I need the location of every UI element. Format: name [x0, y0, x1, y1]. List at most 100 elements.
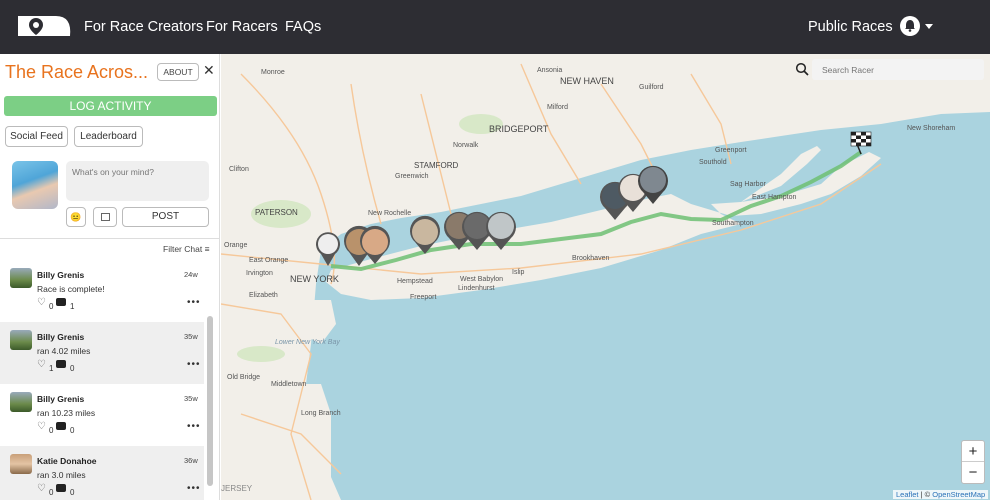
map-label: JERSEY [221, 484, 253, 493]
post-text: ran 3.0 miles [37, 470, 86, 480]
map-label: Long Branch [301, 410, 341, 417]
post-author[interactable]: Billy Grenis [37, 332, 84, 342]
map-label: Clifton [229, 166, 249, 173]
comment-icon[interactable] [56, 422, 66, 430]
map-label: Lindenhurst [458, 285, 495, 292]
filter-chat-label: Filter Chat [163, 244, 203, 254]
social-feed: Billy Grenis 24w Race is complete! ♡ 0 1… [0, 260, 204, 500]
map-label: Irvington [246, 270, 273, 277]
list-item: Katie Donahoe 36w ran 3.0 miles ♡ 0 0 ••… [0, 446, 204, 500]
list-item: Billy Grenis 35w ran 4.02 miles ♡ 1 0 ••… [0, 322, 204, 384]
map-label: Freeport [410, 294, 437, 301]
map-label: Old Bridge [227, 374, 260, 381]
post-time: 24w [184, 270, 198, 279]
like-count: 0 [49, 426, 54, 435]
post-author[interactable]: Billy Grenis [37, 270, 84, 280]
close-icon[interactable]: ✕ [203, 63, 215, 77]
image-upload-icon[interactable] [93, 207, 117, 227]
race-map[interactable]: Monroe Ansonia NEW HAVEN Guilford Milfor… [221, 54, 990, 500]
search-racer-input[interactable] [812, 59, 984, 80]
feed-scrollbar[interactable] [207, 316, 213, 486]
emoji-button[interactable]: 😐 [66, 207, 86, 227]
like-count: 1 [49, 364, 54, 373]
more-icon[interactable]: ••• [187, 421, 201, 432]
nav-link-public-races[interactable]: Public Races [808, 19, 893, 35]
filter-chat-button[interactable]: Filter Chat ≡ [163, 244, 210, 254]
like-count: 0 [49, 488, 54, 497]
avatar [10, 330, 32, 350]
post-text: ran 10.23 miles [37, 408, 96, 418]
zoom-out-button[interactable]: − [962, 462, 984, 483]
bell-icon[interactable] [900, 16, 920, 36]
search-icon[interactable] [795, 62, 809, 76]
tab-leaderboard[interactable]: Leaderboard [74, 126, 143, 147]
comment-icon[interactable] [56, 298, 66, 306]
divider [0, 238, 219, 239]
map-label: Milford [547, 104, 568, 111]
nav-link-faqs[interactable]: FAQs [285, 19, 321, 35]
map-label: East Orange [249, 257, 288, 264]
post-time: 35w [184, 332, 198, 341]
map-label: Elizabeth [249, 292, 278, 299]
log-activity-button[interactable]: LOG ACTIVITY [4, 96, 217, 116]
post-text: Race is complete! [37, 284, 105, 294]
about-button[interactable]: ABOUT [157, 63, 199, 81]
nav-link-race-creators[interactable]: For Race Creators [84, 19, 203, 35]
map-label: New Rochelle [368, 210, 411, 217]
map-canvas[interactable]: Monroe Ansonia NEW HAVEN Guilford Milfor… [221, 54, 990, 500]
heart-icon[interactable]: ♡ [37, 359, 46, 370]
map-label: Middletown [271, 381, 307, 388]
map-label: STAMFORD [414, 161, 459, 170]
location-pin-logo-icon[interactable] [16, 14, 72, 38]
openstreetmap-link[interactable]: OpenStreetMap [932, 490, 985, 499]
more-icon[interactable]: ••• [187, 359, 201, 370]
filter-icon: ≡ [204, 244, 210, 254]
leaflet-link[interactable]: Leaflet [896, 490, 919, 499]
avatar [10, 392, 32, 412]
map-label: Southampton [712, 220, 754, 227]
post-author[interactable]: Billy Grenis [37, 394, 84, 404]
post-input[interactable]: What's on your mind? [66, 161, 209, 201]
tab-social-feed[interactable]: Social Feed [5, 126, 68, 147]
more-icon[interactable]: ••• [187, 483, 201, 494]
list-item: Billy Grenis 24w Race is complete! ♡ 0 1… [0, 260, 204, 322]
race-title: The Race Acros... [5, 62, 149, 82]
map-label: New Shoreham [907, 125, 955, 132]
map-label: NEW HAVEN [560, 76, 614, 86]
more-icon[interactable]: ••• [187, 297, 201, 308]
attribution-separator: | © [918, 490, 933, 499]
map-label: Lower New York Bay [275, 339, 340, 346]
comment-icon[interactable] [56, 360, 66, 368]
map-label: Greenwich [395, 173, 429, 180]
map-label: Sag Harbor [730, 181, 766, 188]
avatar [12, 161, 58, 209]
map-label: BRIDGEPORT [489, 124, 549, 134]
map-label: Southold [699, 159, 727, 166]
map-label: NEW YORK [290, 274, 339, 284]
nav-link-racers[interactable]: For Racers [206, 19, 278, 35]
heart-icon[interactable]: ♡ [37, 297, 46, 308]
map-label: Ansonia [537, 67, 562, 74]
avatar [10, 268, 32, 288]
map-label: Guilford [639, 84, 664, 91]
map-label: Greenport [715, 147, 747, 154]
sidebar: The Race Acros... ABOUT ✕ LOG ACTIVITY S… [0, 54, 220, 500]
post-time: 35w [184, 394, 198, 403]
post-button[interactable]: POST [122, 207, 209, 227]
chevron-down-icon[interactable] [925, 24, 933, 29]
comment-icon[interactable] [56, 484, 66, 492]
zoom-in-button[interactable]: + [962, 441, 984, 462]
map-label: PATERSON [255, 208, 298, 217]
post-author[interactable]: Katie Donahoe [37, 456, 97, 466]
map-label: Islip [512, 269, 525, 276]
post-time: 36w [184, 456, 198, 465]
list-item: Billy Grenis 35w ran 10.23 miles ♡ 0 0 •… [0, 384, 204, 446]
map-label: Orange [224, 242, 247, 249]
heart-icon[interactable]: ♡ [37, 483, 46, 494]
post-text: ran 4.02 miles [37, 346, 91, 356]
comment-count: 1 [70, 302, 75, 311]
comment-count: 0 [70, 364, 75, 373]
zoom-control: + − [961, 440, 985, 484]
heart-icon[interactable]: ♡ [37, 421, 46, 432]
avatar [10, 454, 32, 474]
